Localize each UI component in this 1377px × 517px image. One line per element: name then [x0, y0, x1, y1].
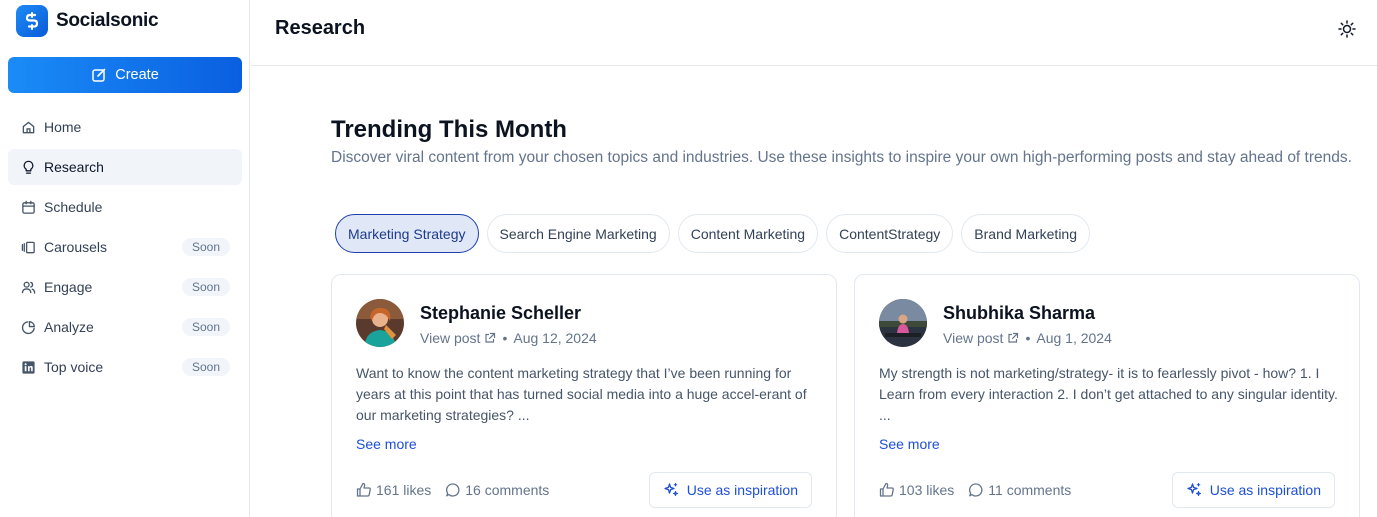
see-more-link[interactable]: See more — [879, 436, 940, 452]
likes-count: 103 likes — [899, 482, 955, 498]
page-title: Research — [275, 17, 366, 39]
sidebar-item-carousels[interactable]: Carousels Soon — [8, 229, 242, 265]
post-meta: View post • Aug 1, 2024 — [943, 330, 1112, 346]
brand[interactable]: Socialsonic — [16, 5, 159, 37]
sidebar-item-label: Schedule — [44, 199, 103, 215]
sidebar-item-schedule[interactable]: Schedule — [8, 189, 242, 225]
top-header: Research — [251, 0, 1377, 66]
use-as-inspiration-label: Use as inspiration — [1209, 482, 1321, 498]
comment-icon — [446, 483, 460, 497]
sidebar-item-label: Analyze — [44, 319, 94, 335]
section-title: Trending This Month — [331, 116, 567, 143]
sparkles-icon — [664, 482, 678, 497]
thumbs-up-icon — [879, 482, 894, 497]
sidebar-item-engage[interactable]: Engage Soon — [8, 269, 242, 305]
section-subtitle: Discover viral content from your chosen … — [331, 149, 1352, 166]
chip-brand-marketing[interactable]: Brand Marketing — [961, 214, 1090, 253]
soon-badge: Soon — [181, 318, 230, 336]
separator-dot: • — [502, 330, 508, 346]
soon-badge: Soon — [181, 278, 230, 296]
comment-icon — [969, 483, 983, 497]
topic-chips: Marketing Strategy Search Engine Marketi… — [335, 214, 1098, 253]
post-date: Aug 12, 2024 — [513, 330, 597, 346]
likes-stat: 161 likes — [356, 482, 431, 498]
theme-toggle-button[interactable] — [1337, 19, 1357, 39]
soon-badge: Soon — [181, 358, 230, 376]
author-name: Stephanie Scheller — [420, 303, 582, 323]
post-text: Want to know the content marketing strat… — [356, 365, 807, 423]
sidebar-item-label: Top voice — [44, 359, 104, 375]
edit-icon — [92, 68, 106, 82]
likes-count: 161 likes — [376, 482, 432, 498]
sparkles-icon — [1187, 482, 1201, 497]
comments-stat: 11 comments — [968, 482, 1071, 498]
post-meta: View post • Aug 12, 2024 — [420, 330, 597, 346]
author-name: Shubhika Sharma — [943, 303, 1096, 323]
sidebar-item-label: Home — [44, 119, 82, 135]
sidebar-item-label: Carousels — [44, 239, 108, 255]
post-stats: 161 likes 16 comments — [356, 482, 563, 498]
create-button[interactable]: Create — [8, 57, 242, 93]
soon-badge: Soon — [181, 238, 230, 256]
carousel-icon — [20, 239, 36, 255]
see-more-link[interactable]: See more — [356, 436, 417, 452]
view-post-link[interactable]: View post — [420, 330, 496, 346]
sidebar-item-label: Engage — [44, 279, 93, 295]
sidebar-nav: Home Research Schedule Carousels Soon En… — [8, 109, 242, 389]
avatar — [356, 299, 404, 347]
sidebar-item-research[interactable]: Research — [8, 149, 242, 185]
external-link-icon — [485, 332, 496, 343]
sidebar-item-home[interactable]: Home — [8, 109, 242, 145]
likes-stat: 103 likes — [879, 482, 954, 498]
avatar — [879, 299, 927, 347]
sidebar-item-label: Research — [44, 159, 104, 175]
separator-dot: • — [1025, 330, 1031, 346]
socialsonic-logo-icon — [16, 5, 48, 37]
post-card: Stephanie Scheller View post • Aug 12, 2… — [331, 274, 837, 517]
post-stats: 103 likes 11 comments — [879, 482, 1085, 498]
chip-content-marketing[interactable]: Content Marketing — [677, 214, 819, 253]
pie-chart-icon — [20, 319, 36, 335]
sidebar-item-analyze[interactable]: Analyze Soon — [8, 309, 242, 345]
comments-stat: 16 comments — [445, 482, 549, 498]
lightbulb-icon — [20, 159, 36, 175]
post-card: Shubhika Sharma View post • Aug 1, 2024 … — [854, 274, 1360, 517]
create-label: Create — [115, 67, 159, 83]
view-post-label: View post — [943, 330, 1004, 346]
post-text: My strength is not marketing/strategy- i… — [879, 365, 1338, 423]
users-icon — [20, 279, 36, 295]
home-icon — [20, 119, 36, 135]
linkedin-icon — [20, 359, 36, 375]
comments-count: 16 comments — [465, 482, 550, 498]
use-as-inspiration-label: Use as inspiration — [686, 482, 798, 498]
external-link-icon — [1008, 332, 1019, 343]
chip-marketing-strategy[interactable]: Marketing Strategy — [335, 214, 479, 253]
sidebar-item-top-voice[interactable]: Top voice Soon — [8, 349, 242, 385]
thumbs-up-icon — [356, 482, 371, 497]
sun-icon — [1338, 20, 1356, 38]
use-as-inspiration-button[interactable]: Use as inspiration — [1171, 472, 1335, 508]
chip-search-engine-marketing[interactable]: Search Engine Marketing — [486, 214, 670, 253]
post-date: Aug 1, 2024 — [1036, 330, 1112, 346]
use-as-inspiration-button[interactable]: Use as inspiration — [648, 472, 812, 508]
brand-name: Socialsonic — [56, 10, 159, 31]
sidebar: Socialsonic Create Home Research Schedul… — [0, 0, 250, 517]
view-post-label: View post — [420, 330, 481, 346]
view-post-link[interactable]: View post — [943, 330, 1019, 346]
calendar-icon — [20, 199, 36, 215]
chip-contentstrategy[interactable]: ContentStrategy — [826, 214, 954, 253]
comments-count: 11 comments — [988, 482, 1072, 498]
